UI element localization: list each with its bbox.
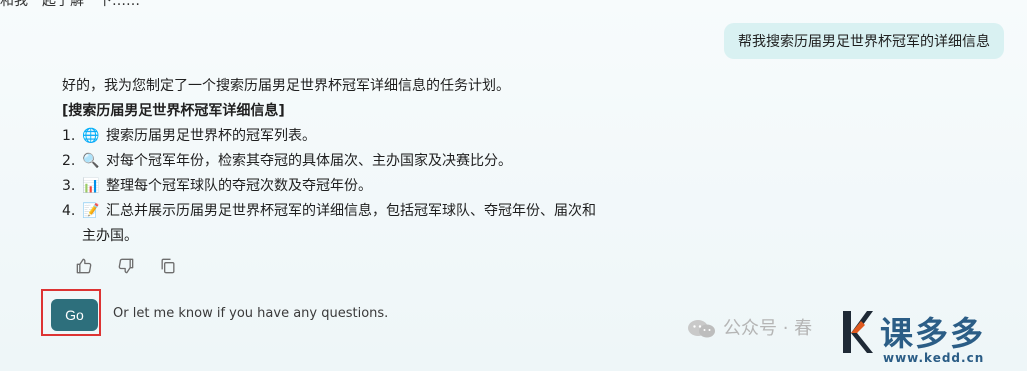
thumbs-down-icon[interactable]: [114, 254, 138, 278]
globe-icon: 🌐: [82, 128, 100, 144]
step-text-continued: 主办国。: [82, 228, 138, 244]
clipped-header-text: 和我一起了解一下……: [0, 0, 140, 9]
step-text: 汇总并展示历届男足世界杯冠军的详细信息，包括冠军球队、夺冠年份、届次和: [106, 203, 596, 219]
user-message-text: 帮我搜索历届男足世界杯冠军的详细信息: [738, 34, 990, 50]
copy-icon[interactable]: [156, 254, 180, 278]
plan-step-2: 2. 🔍 对每个冠军年份，检索其夺冠的具体届次、主办国家及决赛比分。: [62, 149, 622, 174]
step-number: 2.: [62, 153, 76, 169]
plan-step-3: 3. 📊 整理每个冠军球队的夺冠次数及夺冠年份。: [62, 174, 622, 199]
memo-icon: 📝: [82, 203, 100, 219]
step-number: 1.: [62, 128, 76, 144]
k-logo-icon: [839, 307, 873, 357]
go-button[interactable]: Go: [51, 299, 98, 331]
watermark-url: www.kedd.cn: [883, 351, 985, 365]
plan-step-1: 1. 🌐 搜索历届男足世界杯的冠军列表。: [62, 124, 622, 149]
step-number: 4.: [62, 203, 76, 219]
watermark-brand: 课多多: [880, 314, 985, 353]
watermark: 公众号 · 春 课多多 www.kedd.cn: [687, 302, 1027, 371]
user-message-bubble: 帮我搜索历届男足世界杯冠军的详细信息: [724, 23, 1004, 59]
watermark-wechat-label: 公众号 · 春: [723, 318, 813, 339]
step-text: 搜索历届男足世界杯的冠军列表。: [106, 128, 316, 144]
plan-step-4: 4. 📝 汇总并展示历届男足世界杯冠军的详细信息，包括冠军球队、夺冠年份、届次和: [62, 199, 622, 224]
step-text: 整理每个冠军球队的夺冠次数及夺冠年份。: [106, 178, 372, 194]
assistant-message: 好的，我为您制定了一个搜索历届男足世界杯冠军详细信息的任务计划。 [搜索历届男足…: [62, 74, 622, 249]
plan-title: [搜索历届男足世界杯冠军详细信息]: [62, 103, 285, 119]
wechat-icon: [687, 318, 717, 340]
magnifier-icon: 🔍: [82, 153, 100, 169]
bar-chart-icon: 📊: [82, 178, 100, 194]
feedback-bar: [72, 254, 180, 278]
go-hint-text: Or let me know if you have any questions…: [113, 306, 389, 321]
assistant-intro: 好的，我为您制定了一个搜索历届男足世界杯冠军详细信息的任务计划。: [62, 78, 510, 94]
step-number: 3.: [62, 178, 76, 194]
thumbs-up-icon[interactable]: [72, 254, 96, 278]
step-text: 对每个冠军年份，检索其夺冠的具体届次、主办国家及决赛比分。: [106, 153, 512, 169]
